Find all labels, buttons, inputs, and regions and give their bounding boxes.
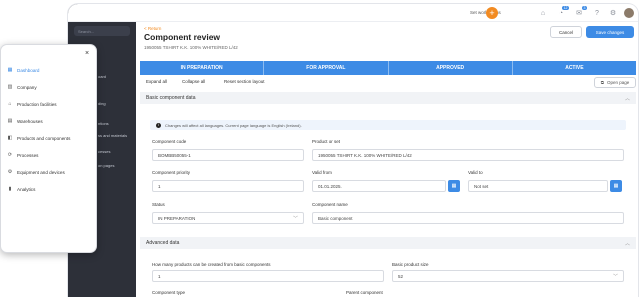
cancel-button[interactable]: Cancel bbox=[550, 26, 582, 38]
screen: gaussbox ≡ Search... oard ding ntions ss… bbox=[0, 0, 640, 297]
qty-label: How many products can be created from ba… bbox=[152, 262, 271, 267]
mobile-menu-panel: × ▦ Dashboard ▥ Company ⌂ Production fac… bbox=[0, 44, 97, 253]
type-label: Component type bbox=[152, 290, 186, 295]
process-icon: ⟳ bbox=[7, 152, 13, 158]
message-badge: 3 bbox=[582, 6, 587, 10]
qty-field[interactable]: 1 bbox=[152, 270, 384, 282]
menu-item-label: Company bbox=[17, 84, 37, 90]
menu-item-production-facilities[interactable]: ⌂ Production facilities bbox=[7, 101, 57, 107]
component-name-field[interactable]: Basic component bbox=[312, 212, 624, 224]
box-icon: ◧ bbox=[7, 135, 13, 141]
chevron-up-icon: ︿ bbox=[624, 241, 630, 247]
component-name-label: Component name bbox=[312, 202, 348, 207]
section-title: Advanced data bbox=[146, 240, 180, 246]
open-page-label: Open page bbox=[606, 80, 630, 85]
open-page-button[interactable]: ⧉ Open page bbox=[594, 77, 636, 88]
menu-item-products[interactable]: ◧ Products and components bbox=[7, 135, 71, 141]
topbar bbox=[68, 4, 638, 22]
menu-item-dashboard[interactable]: ▦ Dashboard bbox=[7, 67, 40, 73]
size-select[interactable]: 52 ﹀ bbox=[392, 270, 624, 282]
status-value: IN PREPARATION bbox=[158, 215, 196, 221]
chart-icon: ▮ bbox=[8, 186, 12, 192]
sidebar-item[interactable]: ding bbox=[98, 101, 106, 106]
priority-field[interactable]: 1 bbox=[152, 180, 304, 192]
sidebar-item[interactable]: on pages bbox=[98, 163, 114, 168]
size-value: 52 bbox=[398, 273, 404, 279]
chevron-up-icon: ︿ bbox=[624, 96, 630, 102]
menu-item-label: Production facilities bbox=[17, 101, 57, 107]
menu-item-label: Analytics bbox=[17, 186, 36, 192]
menu-item-label: Warehouses bbox=[17, 118, 43, 124]
product-label: Product or set bbox=[312, 139, 341, 144]
sidebar-item[interactable]: ntions bbox=[98, 121, 109, 126]
info-icon: i bbox=[156, 122, 161, 128]
building-icon: ▥ bbox=[7, 84, 13, 90]
help-icon[interactable]: ? bbox=[592, 8, 602, 18]
grid-icon: ▦ bbox=[7, 67, 13, 73]
menu-item-warehouses[interactable]: ▤ Warehouses bbox=[7, 118, 43, 124]
product-field[interactable]: 1950055 TSHIRT K.K. 100% WHITE/RED L/42 bbox=[312, 149, 624, 161]
home-icon[interactable]: ⌂ bbox=[538, 8, 548, 18]
size-label: Basic product size bbox=[392, 262, 429, 267]
advanced-section-header[interactable]: Advanced data ︿ bbox=[140, 237, 636, 249]
factory-icon: ⌂ bbox=[8, 101, 12, 107]
external-link-icon: ⧉ bbox=[600, 80, 604, 85]
collapse-all-button[interactable]: Collapse all bbox=[182, 79, 205, 84]
chevron-down-icon: ﹀ bbox=[292, 216, 298, 222]
priority-label: Component priority bbox=[152, 170, 191, 175]
add-button[interactable]: + bbox=[486, 7, 498, 19]
warehouse-icon: ▤ bbox=[7, 118, 13, 124]
menu-item-company[interactable]: ▥ Company bbox=[7, 84, 37, 90]
notification-icon[interactable]: ◔ 12 bbox=[556, 6, 569, 18]
code-label: Component code bbox=[152, 139, 187, 144]
page-title: Component review bbox=[144, 32, 221, 42]
menu-item-label: Products and components bbox=[17, 135, 71, 141]
valid-from-label: Valid from bbox=[312, 170, 332, 175]
page-subtitle: 1950055 TSHIRT K.K. 100% WHITE/RED L/42 bbox=[144, 45, 238, 50]
sidebar-search-input[interactable]: Search... bbox=[74, 26, 130, 36]
status-steps: IN PREPARATION FOR APPROVAL APPROVED ACT… bbox=[140, 61, 636, 75]
menu-item-label: Equipment and devices bbox=[17, 169, 65, 175]
menu-item-analytics[interactable]: ▮ Analytics bbox=[7, 186, 36, 192]
menu-item-label: Dashboard bbox=[17, 67, 40, 73]
valid-to-field[interactable]: Not set bbox=[468, 180, 608, 192]
gear-icon: ⚙ bbox=[7, 169, 13, 175]
reset-layout-button[interactable]: Reset section layout bbox=[224, 79, 265, 84]
menu-item-processes[interactable]: ⟳ Processes bbox=[7, 152, 39, 158]
step-approved[interactable]: APPROVED bbox=[388, 61, 513, 75]
sidebar-item[interactable]: cesses bbox=[98, 149, 110, 154]
calendar-icon[interactable]: ▦ bbox=[610, 180, 622, 192]
status-select[interactable]: IN PREPARATION ﹀ bbox=[152, 212, 304, 224]
step-in-preparation[interactable]: IN PREPARATION bbox=[140, 61, 265, 75]
sidebar-item[interactable]: ss and materials bbox=[98, 133, 127, 138]
basic-section-header[interactable]: Basic component data ︿ bbox=[140, 92, 636, 104]
parent-label: Parent component bbox=[346, 290, 383, 295]
calendar-icon[interactable]: ▦ bbox=[448, 180, 460, 192]
return-link[interactable]: < Return bbox=[144, 26, 161, 31]
save-button[interactable]: Save changes bbox=[586, 26, 634, 38]
sidebar-item[interactable]: oard bbox=[98, 74, 106, 79]
message-icon[interactable]: ✉ 3 bbox=[574, 6, 587, 18]
user-avatar[interactable] bbox=[624, 8, 634, 18]
main-content: < Return Component review 1950055 TSHIRT… bbox=[136, 22, 638, 297]
section-toolbar: Expand all Collapse all Reset section la… bbox=[140, 77, 636, 89]
menu-item-label: Processes bbox=[17, 152, 39, 158]
app-window: gaussbox ≡ Search... oard ding ntions ss… bbox=[68, 4, 638, 297]
code-field[interactable]: BOMBB50055-1 bbox=[152, 149, 304, 161]
step-active[interactable]: ACTIVE bbox=[512, 61, 636, 75]
info-text: Changes will affect all languages. Curre… bbox=[165, 122, 302, 128]
chevron-down-icon: ﹀ bbox=[612, 274, 618, 280]
valid-from-field[interactable]: 01.01.2025. bbox=[312, 180, 446, 192]
language-info-box: i Changes will affect all languages. Cur… bbox=[150, 120, 626, 130]
notification-badge: 12 bbox=[562, 6, 569, 10]
settings-icon[interactable]: ⚙ bbox=[608, 8, 618, 18]
close-icon[interactable]: × bbox=[85, 50, 89, 57]
valid-to-label: Valid to bbox=[468, 170, 483, 175]
step-for-approval[interactable]: FOR APPROVAL bbox=[264, 61, 389, 75]
status-label: Status bbox=[152, 202, 165, 207]
expand-all-button[interactable]: Expand all bbox=[146, 79, 167, 84]
menu-item-equipment[interactable]: ⚙ Equipment and devices bbox=[7, 169, 65, 175]
section-title: Basic component data bbox=[146, 95, 196, 101]
